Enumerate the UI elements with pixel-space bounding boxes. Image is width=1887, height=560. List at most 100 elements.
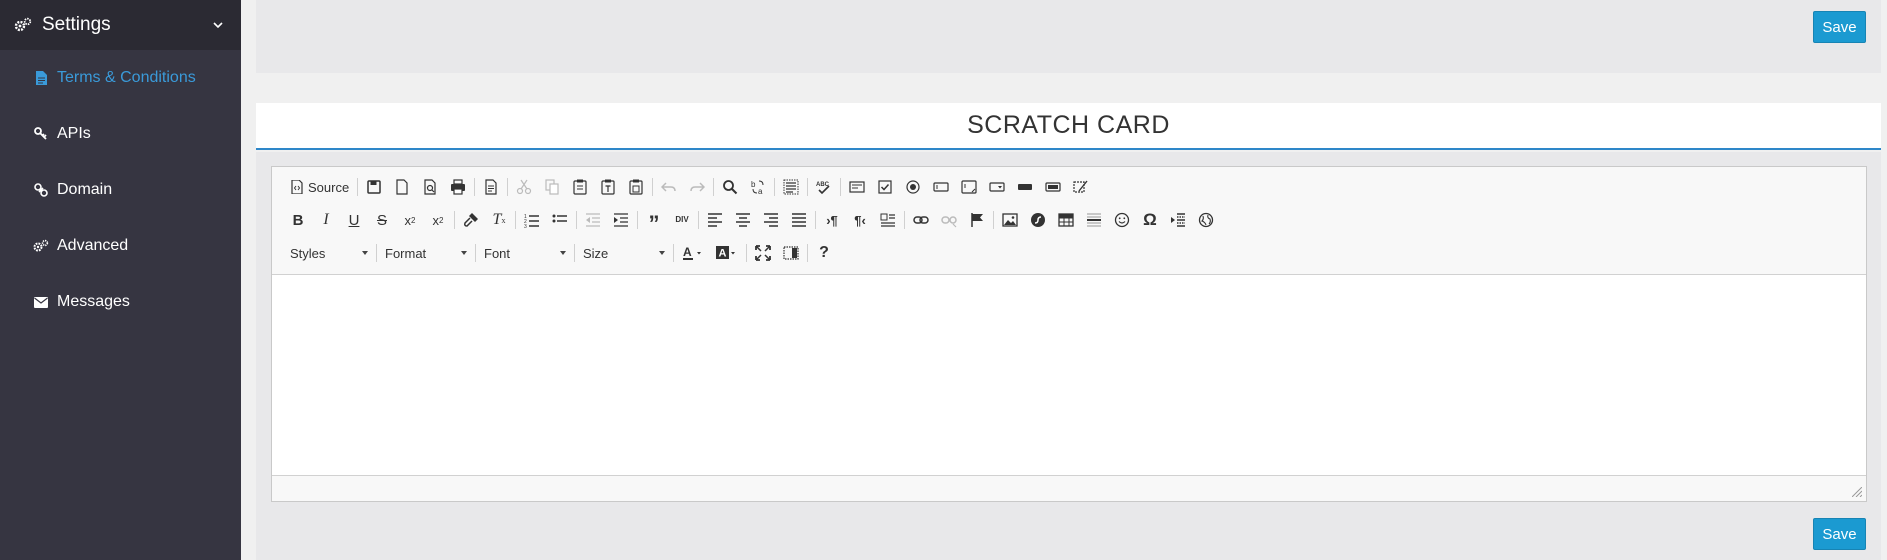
bg-color-icon[interactable]: A [710, 241, 744, 265]
checkbox-icon[interactable] [871, 175, 899, 199]
toolbar-separator [993, 211, 994, 229]
styles-dropdown[interactable]: Styles [284, 241, 374, 265]
spellcheck-icon[interactable]: ABC [810, 175, 838, 199]
underline-icon[interactable]: U [340, 208, 368, 232]
replace-icon[interactable]: ba [744, 175, 772, 199]
iframe-icon[interactable] [1192, 208, 1220, 232]
sidebar-item-label: Advanced [57, 237, 129, 254]
select-icon[interactable] [983, 175, 1011, 199]
undo-icon[interactable] [655, 175, 683, 199]
align-center-icon[interactable] [729, 208, 757, 232]
remove-format-icon[interactable]: Tx [485, 208, 513, 232]
select-all-icon[interactable] [777, 175, 805, 199]
align-right-icon[interactable] [757, 208, 785, 232]
radio-icon[interactable] [899, 175, 927, 199]
text-rtl-icon[interactable]: ¶‹ [846, 208, 874, 232]
textfield-icon[interactable] [927, 175, 955, 199]
save-button-bottom[interactable]: Save [1813, 518, 1866, 550]
paste-word-icon[interactable] [622, 175, 650, 199]
maximize-icon[interactable] [749, 241, 777, 265]
cut-icon[interactable] [510, 175, 538, 199]
copy-icon[interactable] [538, 175, 566, 199]
sidebar-item-label: APIs [57, 125, 91, 142]
sidebar-settings-header[interactable]: Settings [0, 0, 241, 50]
print-icon[interactable] [444, 175, 472, 199]
editor-content-area[interactable] [272, 275, 1866, 475]
unlink-icon[interactable] [935, 208, 963, 232]
sidebar-item-advanced[interactable]: Advanced [0, 218, 241, 274]
save-button-top[interactable]: Save [1813, 11, 1866, 43]
toolbar-separator [840, 178, 842, 196]
templates-icon[interactable] [477, 175, 505, 199]
horizontal-rule-icon[interactable] [1080, 208, 1108, 232]
source-button[interactable]: Source [284, 175, 355, 199]
flash-icon[interactable] [1024, 208, 1052, 232]
show-blocks-icon[interactable] [777, 241, 805, 265]
creatediv-icon[interactable]: DIV [668, 208, 696, 232]
align-left-icon[interactable] [701, 208, 729, 232]
hiddenfield-icon[interactable] [1067, 175, 1095, 199]
dropdown-arrow-icon [659, 251, 665, 255]
paste-text-icon[interactable] [594, 175, 622, 199]
font-dropdown-label: Font [484, 245, 511, 261]
outdent-icon[interactable] [579, 208, 607, 232]
copy-format-icon[interactable] [457, 208, 485, 232]
anchor-flag-icon[interactable] [963, 208, 991, 232]
format-dropdown-label: Format [385, 245, 427, 261]
language-icon[interactable] [874, 208, 902, 232]
superscript-icon[interactable]: x2 [424, 208, 452, 232]
toolbar-separator [673, 244, 674, 262]
smiley-icon[interactable] [1108, 208, 1136, 232]
chevron-down-icon[interactable] [211, 18, 225, 32]
source-icon [291, 180, 303, 194]
dropdown-arrow-icon [461, 251, 467, 255]
toolbar-separator [815, 211, 816, 229]
form-icon[interactable] [843, 175, 871, 199]
save-doc-icon[interactable] [360, 175, 388, 199]
button-icon[interactable] [1011, 175, 1039, 199]
redo-icon[interactable] [683, 175, 711, 199]
image-icon[interactable] [996, 208, 1024, 232]
toolbar-separator [507, 178, 509, 196]
text-ltr-icon[interactable]: ›¶ [818, 208, 846, 232]
italic-icon[interactable]: I [312, 208, 340, 232]
numbered-list-icon[interactable]: 123 [518, 208, 546, 232]
bold-icon[interactable]: B [284, 208, 312, 232]
find-icon[interactable] [716, 175, 744, 199]
blockquote-icon[interactable]: ” [640, 208, 668, 235]
sidebar-item-label: Domain [57, 181, 113, 198]
sidebar-item-label: Terms & Conditions [57, 69, 196, 86]
paste-icon[interactable] [566, 175, 594, 199]
svg-text:A: A [719, 248, 727, 260]
textarea-icon[interactable] [955, 175, 983, 199]
page-break-icon[interactable] [1164, 208, 1192, 232]
sidebar-item-domain[interactable]: Domain [0, 162, 241, 218]
size-dropdown[interactable]: Size [577, 241, 671, 265]
toolbar-separator [774, 178, 776, 196]
font-dropdown[interactable]: Font [478, 241, 572, 265]
strike-icon[interactable]: S [368, 208, 396, 232]
new-page-icon[interactable] [388, 175, 416, 199]
toolbar-row-1: Source ba ABC [284, 175, 1095, 199]
text-color-icon[interactable]: A [676, 241, 710, 265]
toolbar-separator [474, 178, 476, 196]
toolbar-separator [698, 211, 699, 229]
file-icon [33, 70, 49, 86]
format-dropdown[interactable]: Format [379, 241, 473, 265]
indent-icon[interactable] [607, 208, 635, 232]
dropdown-arrow-icon [560, 251, 566, 255]
sidebar-item-messages[interactable]: Messages [0, 274, 241, 330]
sidebar-item-terms[interactable]: Terms & Conditions [0, 50, 241, 106]
resize-handle-icon[interactable] [1852, 487, 1862, 497]
link-icon[interactable] [907, 208, 935, 232]
subscript-icon[interactable]: x2 [396, 208, 424, 232]
help-icon[interactable]: ? [810, 241, 838, 265]
special-char-icon[interactable]: Ω [1136, 208, 1164, 232]
preview-icon[interactable] [416, 175, 444, 199]
bullet-list-icon[interactable] [546, 208, 574, 232]
imagebutton-icon[interactable] [1039, 175, 1067, 199]
sidebar-item-apis[interactable]: APIs [0, 106, 241, 162]
table-icon[interactable] [1052, 208, 1080, 232]
justify-icon[interactable] [785, 208, 813, 232]
toolbar-separator [475, 244, 476, 262]
